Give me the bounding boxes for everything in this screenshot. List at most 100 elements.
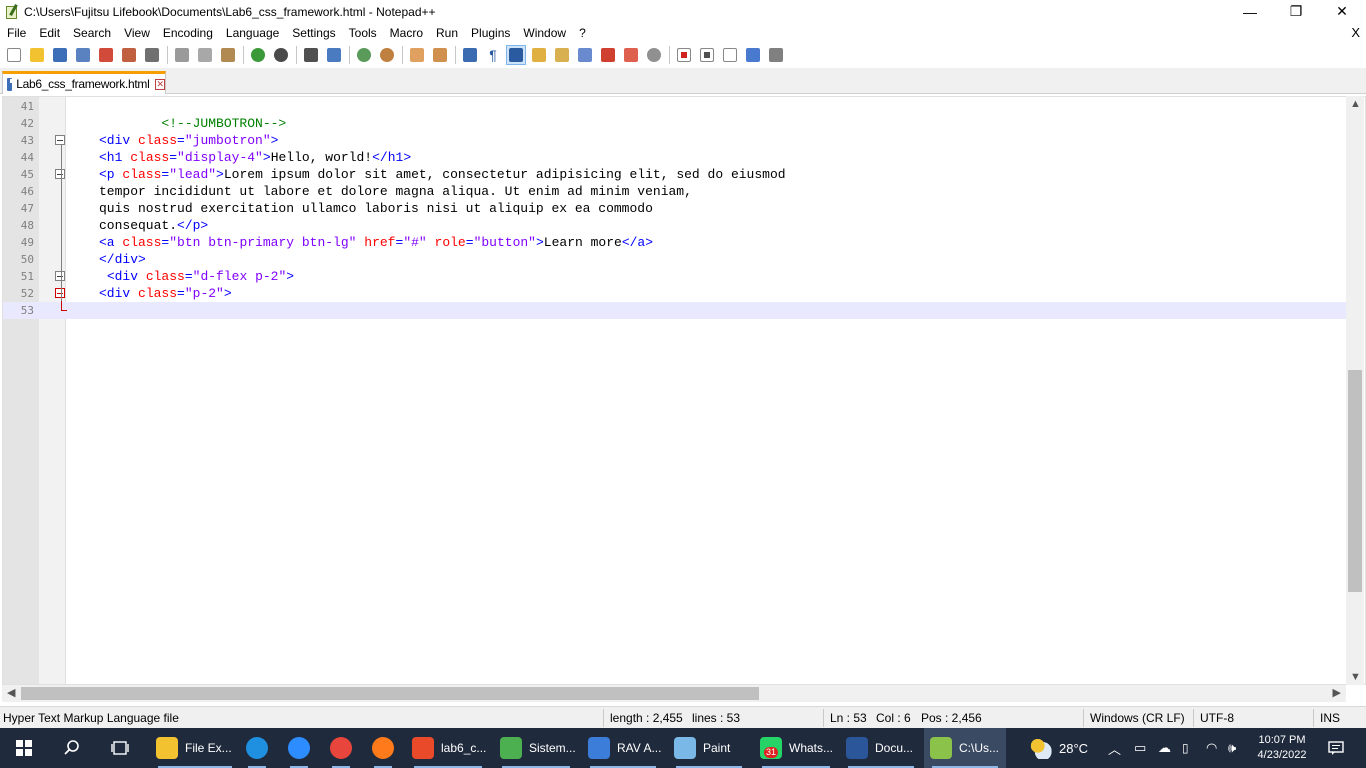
fold-toggle-icon[interactable] xyxy=(55,288,65,298)
taskbar-app-5[interactable]: lab6_c... xyxy=(406,728,490,768)
search-button[interactable] xyxy=(48,728,96,768)
paste-button[interactable] xyxy=(218,45,238,65)
code-line[interactable]: 42 <!--JUMBOTRON--> xyxy=(3,115,1347,132)
clock[interactable]: 10:07 PM 4/23/2022 xyxy=(1252,728,1312,768)
taskbar-app-0[interactable]: File Ex... xyxy=(150,728,240,768)
notifications-button[interactable] xyxy=(1318,728,1354,768)
vertical-scroll-thumb[interactable] xyxy=(1348,370,1362,592)
menu-tools[interactable]: Tools xyxy=(342,23,383,43)
task-view-button[interactable] xyxy=(96,728,144,768)
vertical-scrollbar[interactable]: ▲ ▼ xyxy=(1346,96,1364,685)
monitoring-button[interactable] xyxy=(644,45,664,65)
document-map-button[interactable] xyxy=(552,45,572,65)
user-defined-language-button[interactable] xyxy=(529,45,549,65)
taskbar-app-3[interactable] xyxy=(324,728,358,768)
document-list-button[interactable] xyxy=(575,45,595,65)
weather-widget[interactable]: 28°C xyxy=(1030,728,1088,768)
replace-button[interactable] xyxy=(324,45,344,65)
horizontal-scroll-thumb[interactable] xyxy=(21,687,759,700)
save-button[interactable] xyxy=(50,45,70,65)
show-hidden-icons-button[interactable]: ︿ xyxy=(1108,728,1121,768)
menu-run[interactable]: Run xyxy=(429,23,464,43)
scroll-down-arrow-icon[interactable]: ▼ xyxy=(1350,671,1361,683)
taskbar-app-6[interactable]: Sistem... xyxy=(494,728,578,768)
menu-file[interactable]: File xyxy=(0,23,32,43)
word-wrap-button[interactable] xyxy=(460,45,480,65)
sync-vertical-button[interactable] xyxy=(407,45,427,65)
print-button[interactable] xyxy=(142,45,162,65)
menu-settings[interactable]: Settings xyxy=(285,23,341,43)
meet-now-button[interactable]: ▭ xyxy=(1134,728,1146,768)
scroll-right-arrow-icon[interactable]: ▶ xyxy=(1333,686,1341,699)
zoom-in-button[interactable] xyxy=(354,45,374,65)
taskbar-app-10[interactable]: Docu... xyxy=(840,728,922,768)
find-button[interactable] xyxy=(301,45,321,65)
minimize-button[interactable]: — xyxy=(1227,0,1273,23)
macro-record-button[interactable] xyxy=(674,45,694,65)
close-all-button[interactable] xyxy=(119,45,139,65)
code-line[interactable]: 52 <div class="p-2"> xyxy=(3,285,1347,302)
editor[interactable]: 41 42 <!--JUMBOTRON--> 43 <div class="jumbo… xyxy=(2,96,1366,685)
taskbar-app-4[interactable] xyxy=(366,728,400,768)
save-all-button[interactable] xyxy=(73,45,93,65)
code-line[interactable]: 46 tempor incididunt ut labore et dolore … xyxy=(3,183,1347,200)
fold-toggle-icon[interactable] xyxy=(55,135,65,145)
close-window-button[interactable]: ✕ xyxy=(1319,0,1365,23)
folder-as-workspace-button[interactable] xyxy=(621,45,641,65)
menu-language[interactable]: Language xyxy=(219,23,285,43)
code-line[interactable]: 41 xyxy=(3,98,1347,115)
zoom-out-button[interactable] xyxy=(377,45,397,65)
volume-button[interactable]: 🕪 xyxy=(1228,728,1236,768)
code-line[interactable]: 48 consequat.</p> xyxy=(3,217,1347,234)
scroll-left-arrow-icon[interactable]: ◀ xyxy=(7,686,15,699)
taskbar-app-1[interactable] xyxy=(240,728,274,768)
menu-help[interactable]: ? xyxy=(572,23,592,43)
menu-search[interactable]: Search xyxy=(66,23,117,43)
tab-lab6-css-framework[interactable]: Lab6_css_framework.html ✕ xyxy=(2,71,166,94)
menu-macro[interactable]: Macro xyxy=(383,23,429,43)
show-all-characters-button[interactable]: ¶ xyxy=(483,45,503,65)
menu-plugins[interactable]: Plugins xyxy=(464,23,516,43)
code-line[interactable]: 53 xyxy=(3,302,1347,319)
fold-toggle-icon[interactable] xyxy=(55,271,65,281)
macro-save-button[interactable] xyxy=(766,45,786,65)
close-button[interactable] xyxy=(96,45,116,65)
horizontal-scrollbar[interactable]: ◀ ▶ xyxy=(2,685,1346,702)
copy-button[interactable] xyxy=(195,45,215,65)
start-button[interactable] xyxy=(0,728,48,768)
onedrive-button[interactable]: ☁ xyxy=(1158,728,1171,768)
menu-window[interactable]: Window xyxy=(516,23,572,43)
code-line[interactable]: 44 <h1 class="display-4">Hello, world!</h… xyxy=(3,149,1347,166)
maximize-button[interactable]: ❐ xyxy=(1273,0,1319,23)
menu-encoding[interactable]: Encoding xyxy=(156,23,219,43)
undo-button[interactable] xyxy=(248,45,268,65)
code-line[interactable]: 43 <div class="jumbotron"> xyxy=(3,132,1347,149)
taskbar-app-2[interactable] xyxy=(282,728,316,768)
taskbar-app-11[interactable]: C:\Us... xyxy=(924,728,1006,768)
macro-stop-button[interactable] xyxy=(697,45,717,65)
code-line[interactable]: 47 quis nostrud exercitation ullamco labo… xyxy=(3,200,1347,217)
cut-button[interactable] xyxy=(172,45,192,65)
open-file-button[interactable] xyxy=(27,45,47,65)
close-document-button[interactable]: X xyxy=(1351,23,1360,43)
taskbar-app-7[interactable]: RAV A... xyxy=(582,728,664,768)
menu-view[interactable]: View xyxy=(117,23,156,43)
macro-run-multiple-button[interactable] xyxy=(743,45,763,65)
menu-edit[interactable]: Edit xyxy=(32,23,66,43)
taskbar-app-8[interactable]: Paint xyxy=(668,728,750,768)
code-line[interactable]: 45 <p class="lead">Lorem ipsum dolor sit … xyxy=(3,166,1347,183)
network-button[interactable]: ◠ xyxy=(1206,728,1217,768)
new-file-button[interactable] xyxy=(4,45,24,65)
code-line[interactable]: 49 <a class = "btn btn-primary btn-lg" href… xyxy=(3,234,1347,251)
code-line[interactable]: 50 </div> xyxy=(3,251,1347,268)
scroll-up-arrow-icon[interactable]: ▲ xyxy=(1350,98,1361,110)
sync-horizontal-button[interactable] xyxy=(430,45,450,65)
indent-guide-button[interactable] xyxy=(506,44,526,65)
function-list-button[interactable] xyxy=(598,45,618,65)
tab-close-icon[interactable]: ✕ xyxy=(155,78,165,90)
redo-button[interactable] xyxy=(271,45,291,65)
battery-button[interactable]: ▯ xyxy=(1182,728,1189,768)
macro-play-button[interactable] xyxy=(720,45,740,65)
code-line[interactable]: 51 <div class="d-flex p-2"> xyxy=(3,268,1347,285)
taskbar-app-9[interactable]: 31 Whats... xyxy=(754,728,838,768)
